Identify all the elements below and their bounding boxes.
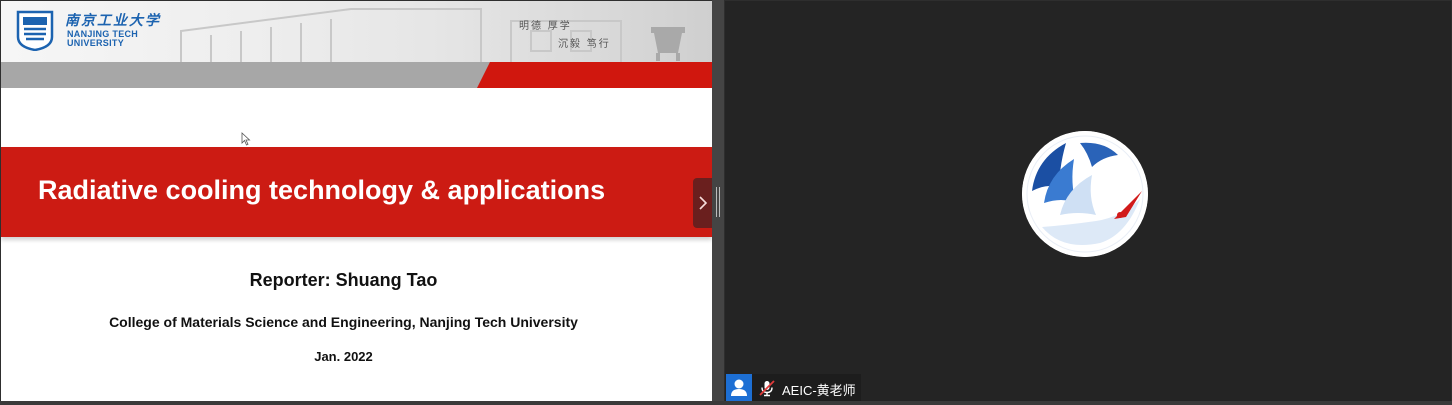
date-line: Jan. 2022 [314,349,373,364]
university-seal-icon [16,10,54,51]
motto-line-1: 明德 厚学 [519,21,572,32]
person-icon [726,374,752,401]
bird-logo-icon [1022,131,1148,257]
splitter-grip-icon[interactable] [716,187,720,217]
reporter-line: Reporter: Shuang Tao [249,270,438,290]
bottom-border [0,401,1452,405]
campus-building-watermark [180,8,685,63]
collapse-panel-button[interactable] [693,178,712,228]
shared-screen-slide: 南京工业大学 NANJING TECH UNIVERSITY 明德 厚学 沉毅 … [1,1,712,401]
university-name-english: NANJING TECH UNIVERSITY [67,30,157,48]
university-name-chinese: 南京工业大学 [65,13,161,29]
header-red-band [477,62,712,88]
slide-title: Radiative cooling technology & applicati… [38,175,606,205]
meeting-window: 南京工业大学 NANJING TECH UNIVERSITY 明德 厚学 沉毅 … [0,0,1452,405]
university-name-english-line2: UNIVERSITY [67,38,125,48]
slide-title-bar: Radiative cooling technology & applicati… [1,147,712,237]
mouse-cursor-icon [241,132,251,146]
participant-name-bar: AEIC-黄老师 [726,374,861,401]
slide-header: 南京工业大学 NANJING TECH UNIVERSITY 明德 厚学 沉毅 … [1,1,712,63]
chevron-right-icon [699,196,708,210]
motto-line-2: 沉毅 笃行 [558,39,611,50]
participant-video-tile[interactable]: AEIC-黄老师 [725,1,1451,401]
college-line: College of Materials Science and Enginee… [109,314,578,330]
participant-name: AEIC-黄老师 [782,383,856,398]
participant-avatar [1022,131,1148,257]
mic-muted-icon [759,380,775,397]
